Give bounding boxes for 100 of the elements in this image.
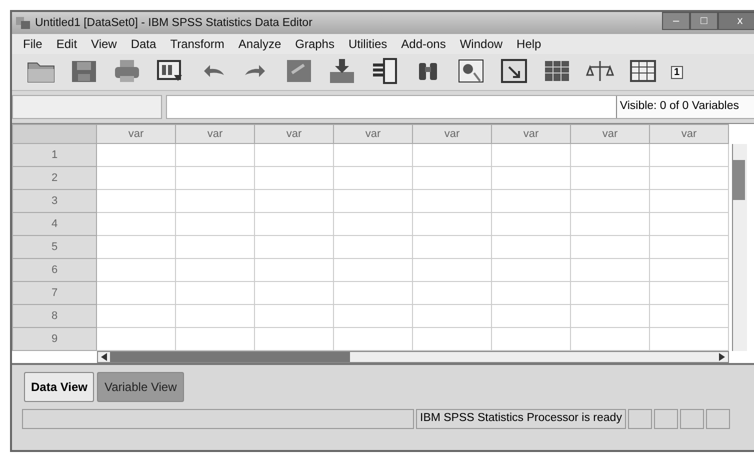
column-header[interactable]: var xyxy=(97,124,176,144)
table-cell[interactable] xyxy=(492,236,571,259)
column-header[interactable]: var xyxy=(334,124,413,144)
table-cell[interactable] xyxy=(176,282,255,305)
table-cell[interactable] xyxy=(255,305,334,328)
table-cell[interactable] xyxy=(176,167,255,190)
table-cell[interactable] xyxy=(97,213,176,236)
table-cell[interactable] xyxy=(176,190,255,213)
menu-item[interactable]: View xyxy=(84,37,124,51)
row-header[interactable]: 8 xyxy=(12,305,97,328)
row-header[interactable]: 3 xyxy=(12,190,97,213)
table-cell[interactable] xyxy=(255,190,334,213)
table-cell[interactable] xyxy=(255,236,334,259)
menu-item[interactable]: Utilities xyxy=(341,37,394,51)
menu-item[interactable]: Add-ons xyxy=(394,37,453,51)
column-header[interactable]: var xyxy=(571,124,650,144)
table-cell[interactable] xyxy=(176,259,255,282)
scrollbar-thumb[interactable] xyxy=(110,352,350,362)
table-cell[interactable] xyxy=(571,236,650,259)
table-cell[interactable] xyxy=(571,282,650,305)
table-cell[interactable] xyxy=(255,282,334,305)
menu-item[interactable]: Data xyxy=(124,37,164,51)
table-cell[interactable] xyxy=(334,190,413,213)
scroll-right-icon[interactable] xyxy=(718,353,726,361)
table-cell[interactable] xyxy=(492,305,571,328)
table-cell[interactable] xyxy=(413,305,492,328)
menu-item[interactable]: Analyze xyxy=(231,37,288,51)
table-cell[interactable] xyxy=(97,236,176,259)
table-cell[interactable] xyxy=(413,282,492,305)
table-cell[interactable] xyxy=(255,259,334,282)
menu-item[interactable]: Help xyxy=(510,37,548,51)
table-cell[interactable] xyxy=(334,167,413,190)
cell-value-field[interactable]: Visible: 0 of 0 Variables xyxy=(166,95,754,119)
table-cell[interactable] xyxy=(334,144,413,167)
table-cell[interactable] xyxy=(571,190,650,213)
menu-item[interactable]: Graphs xyxy=(288,37,342,51)
horizontal-scrollbar[interactable] xyxy=(97,351,729,363)
table-cell[interactable] xyxy=(413,213,492,236)
row-header[interactable]: 7 xyxy=(12,282,97,305)
column-header[interactable]: var xyxy=(255,124,334,144)
table-cell[interactable] xyxy=(334,213,413,236)
scrollbar-thumb[interactable] xyxy=(733,160,745,200)
row-header[interactable]: 2 xyxy=(12,167,97,190)
table-cell[interactable] xyxy=(334,282,413,305)
table-cell[interactable] xyxy=(255,144,334,167)
row-header[interactable]: 6 xyxy=(12,259,97,282)
menu-item[interactable]: Transform xyxy=(163,37,232,51)
table-cell[interactable] xyxy=(650,213,729,236)
table-cell[interactable] xyxy=(571,213,650,236)
table-cell[interactable] xyxy=(492,282,571,305)
table-cell[interactable] xyxy=(255,213,334,236)
table-cell[interactable] xyxy=(650,167,729,190)
table-cell[interactable] xyxy=(650,144,729,167)
row-header[interactable]: 1 xyxy=(12,144,97,167)
table-cell[interactable] xyxy=(413,259,492,282)
table-cell[interactable] xyxy=(650,305,729,328)
table-cell[interactable] xyxy=(492,144,571,167)
column-header[interactable]: var xyxy=(176,124,255,144)
row-header[interactable]: 4 xyxy=(12,213,97,236)
column-header[interactable]: var xyxy=(492,124,571,144)
table-cell[interactable] xyxy=(571,259,650,282)
table-cell[interactable] xyxy=(334,259,413,282)
table-cell[interactable] xyxy=(334,305,413,328)
maximize-button[interactable]: □ xyxy=(690,12,718,30)
table-cell[interactable] xyxy=(97,282,176,305)
menu-item[interactable]: File xyxy=(16,37,50,51)
row-header[interactable]: 9 xyxy=(12,328,97,351)
scroll-left-icon[interactable] xyxy=(100,353,108,361)
table-cell[interactable] xyxy=(413,190,492,213)
view-tab[interactable]: Variable View xyxy=(97,372,184,402)
menu-item[interactable]: Edit xyxy=(49,37,84,51)
table-cell[interactable] xyxy=(492,213,571,236)
view-tab[interactable]: Data View xyxy=(24,372,94,402)
table-cell[interactable] xyxy=(97,167,176,190)
table-cell[interactable] xyxy=(650,282,729,305)
row-header[interactable]: 5 xyxy=(12,236,97,259)
table-cell[interactable] xyxy=(176,236,255,259)
table-cell[interactable] xyxy=(255,167,334,190)
table-cell[interactable] xyxy=(492,167,571,190)
table-cell[interactable] xyxy=(650,236,729,259)
table-cell[interactable] xyxy=(413,167,492,190)
column-header[interactable]: var xyxy=(650,124,729,144)
menu-item[interactable]: Window xyxy=(452,37,510,51)
table-cell[interactable] xyxy=(97,259,176,282)
table-cell[interactable] xyxy=(571,144,650,167)
close-button[interactable]: x xyxy=(718,12,754,30)
column-header[interactable]: var xyxy=(413,124,492,144)
table-cell[interactable] xyxy=(334,236,413,259)
table-cell[interactable] xyxy=(650,259,729,282)
table-cell[interactable] xyxy=(413,236,492,259)
table-cell[interactable] xyxy=(176,144,255,167)
cell-reference-field[interactable] xyxy=(12,95,162,119)
table-cell[interactable] xyxy=(176,213,255,236)
minimize-button[interactable]: – xyxy=(662,12,690,30)
table-cell[interactable] xyxy=(492,190,571,213)
table-cell[interactable] xyxy=(492,259,571,282)
table-cell[interactable] xyxy=(97,305,176,328)
table-cell[interactable] xyxy=(571,305,650,328)
table-cell[interactable] xyxy=(97,190,176,213)
vertical-scrollbar[interactable] xyxy=(732,144,747,351)
